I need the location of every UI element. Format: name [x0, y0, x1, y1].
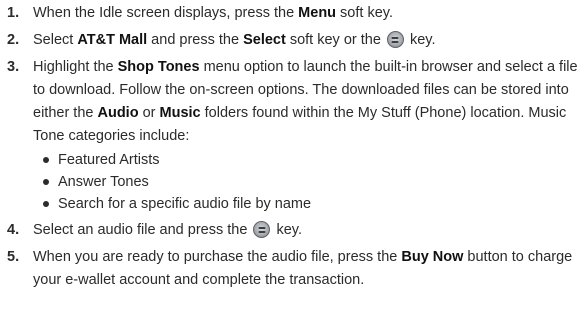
step-text: Highlight the Shop Tones menu option to … — [33, 59, 578, 144]
list-item: Answer Tones — [41, 171, 583, 193]
step-2: 2. Select AT&T Mall and press the Select… — [4, 29, 583, 52]
center-select-key-icon — [386, 31, 404, 48]
step-4: 4. Select an audio file and press the ke… — [4, 219, 583, 242]
music-folder-label: Music — [159, 105, 201, 121]
step-number: 4. — [7, 222, 20, 238]
list-item: Featured Artists — [41, 149, 583, 171]
step-5: 5. When you are ready to purchase the au… — [4, 246, 583, 292]
instructions-document: 1. When the Idle screen displays, press … — [0, 0, 583, 292]
step-text: When you are ready to purchase the audio… — [33, 249, 573, 288]
shop-tones-label: Shop Tones — [117, 59, 200, 75]
center-select-key-icon — [253, 221, 271, 238]
step-number: 2. — [7, 32, 20, 48]
step-text: When the Idle screen displays, press the… — [33, 5, 393, 21]
select-key-label: Select — [243, 32, 286, 48]
step-3: 3. Highlight the Shop Tones menu option … — [4, 56, 583, 215]
list-item: Search for a specific audio file by name — [41, 193, 583, 215]
step-text: Select AT&T Mall and press the Select so… — [33, 31, 436, 48]
step-number: 5. — [7, 249, 20, 265]
step-number: 1. — [7, 5, 20, 21]
att-mall-label: AT&T Mall — [77, 32, 148, 48]
step-1: 1. When the Idle screen displays, press … — [4, 2, 583, 25]
step-text: Select an audio file and press the key. — [33, 221, 302, 238]
buy-now-button-label: Buy Now — [401, 249, 464, 265]
menu-key-label: Menu — [298, 5, 337, 21]
step-number: 3. — [7, 59, 20, 75]
audio-folder-label: Audio — [97, 105, 139, 121]
tone-categories-list: Featured Artists Answer Tones Search for… — [33, 149, 583, 215]
